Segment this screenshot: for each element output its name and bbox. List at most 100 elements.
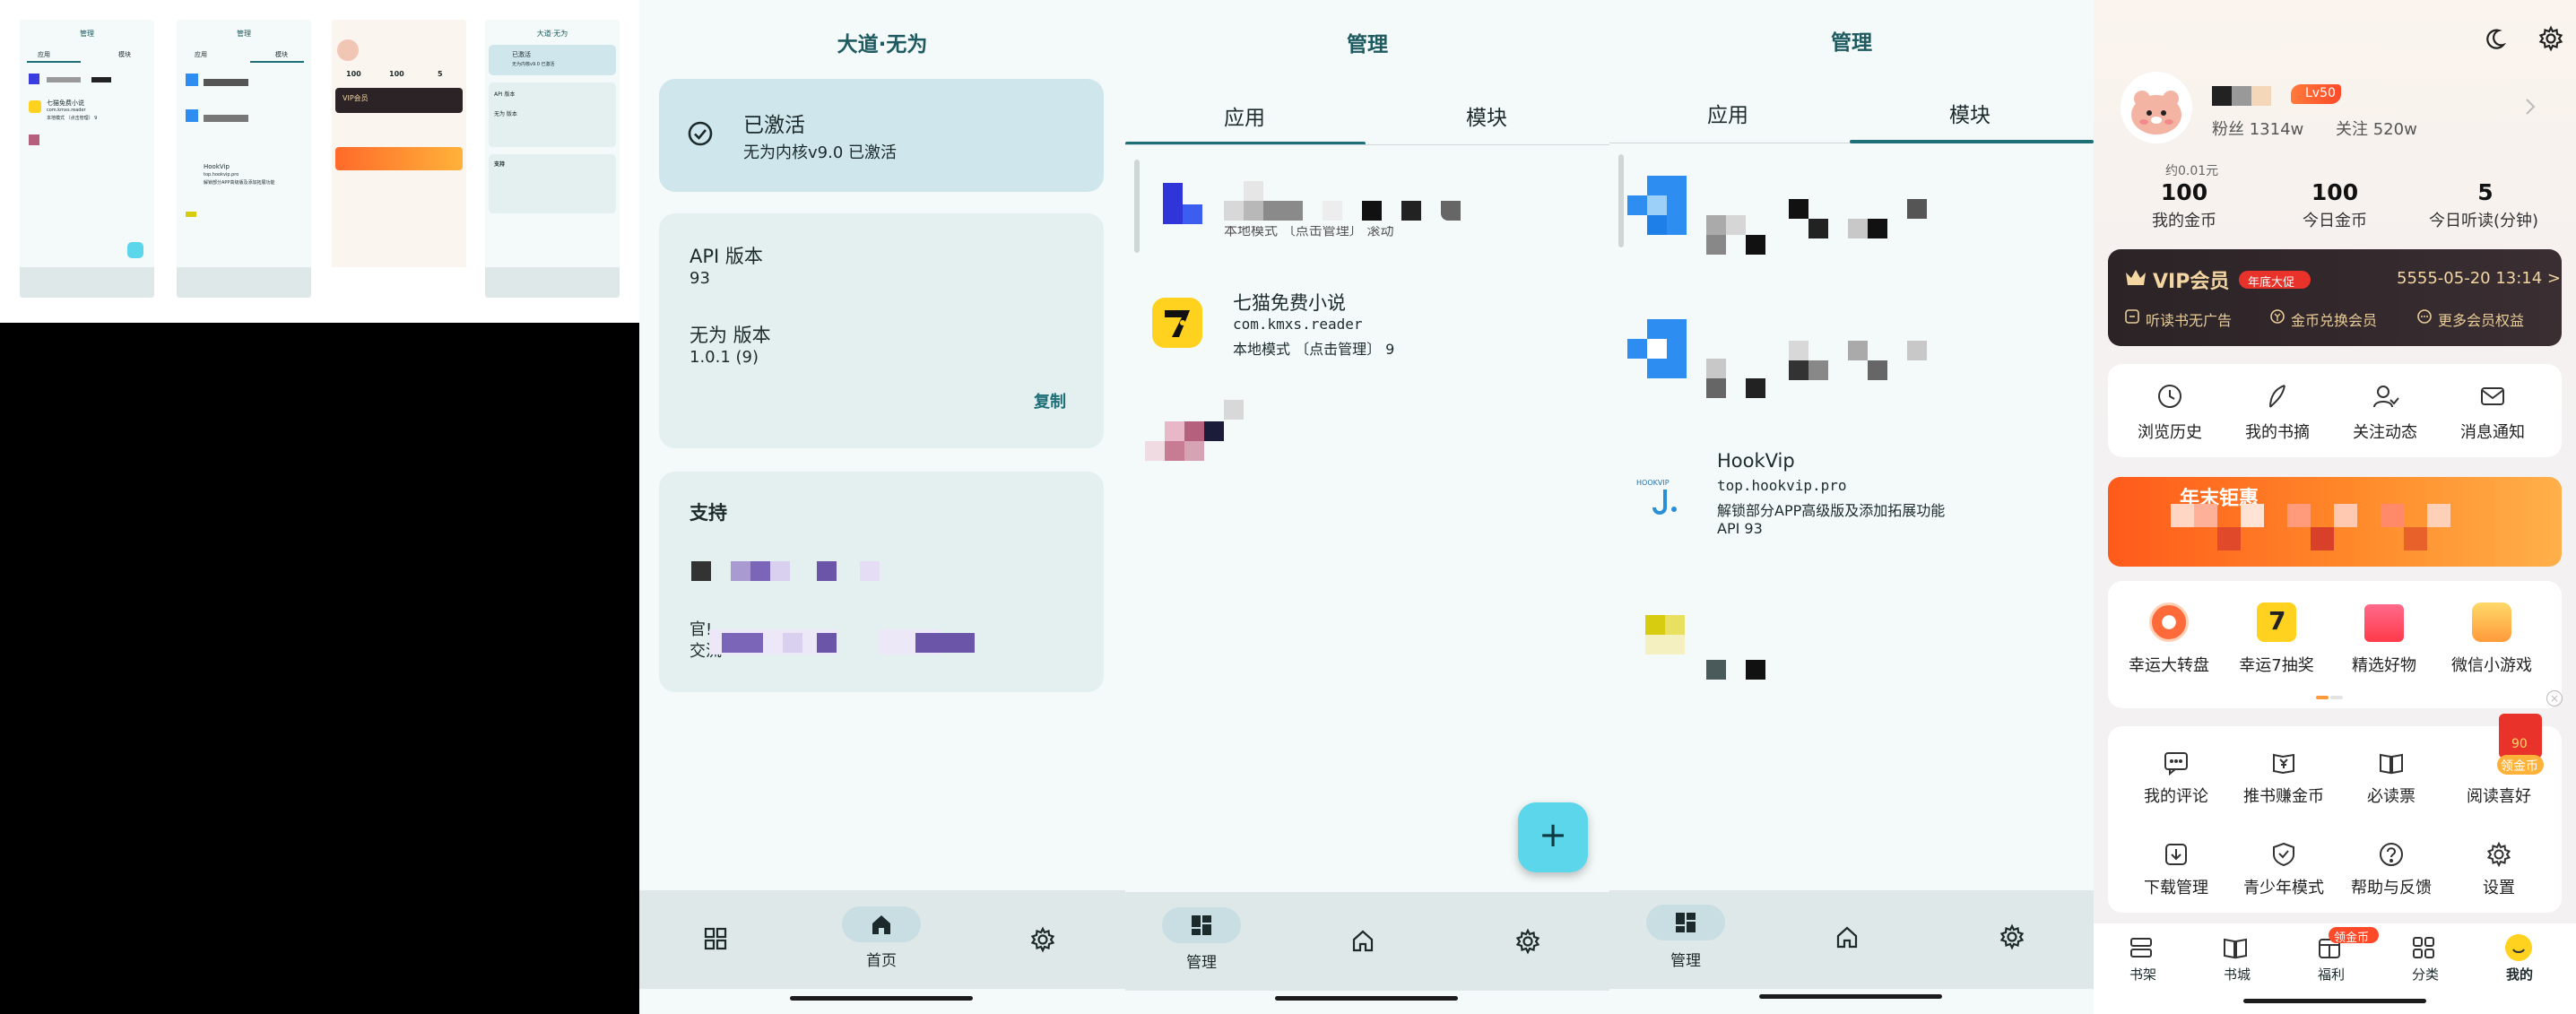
service-label[interactable]: 必读票: [2333, 784, 2450, 807]
gear-icon[interactable]: [1514, 928, 1541, 955]
list-item[interactable]: [1609, 176, 2094, 262]
stat-label[interactable]: 今日金币: [2259, 208, 2411, 231]
list-item[interactable]: 七猫免费小说 com.kmxs.reader 本地模式 〔点击管理〕 9: [1125, 287, 1609, 368]
thumb-title: 大道·无为: [536, 30, 568, 38]
nav-manage-label[interactable]: 管理: [1157, 949, 1246, 972]
gear-icon[interactable]: [2485, 841, 2512, 868]
moon-icon[interactable]: [2482, 27, 2507, 52]
dashboard-icon[interactable]: [1189, 913, 1214, 938]
gift-bag-icon[interactable]: [2364, 604, 2404, 642]
mini-game-icon[interactable]: [2472, 602, 2511, 642]
chevron-right-icon[interactable]: [2524, 97, 2537, 117]
status-title: 已激活: [743, 114, 805, 137]
service-label[interactable]: 我的评论: [2118, 784, 2234, 807]
home-icon[interactable]: [869, 912, 894, 937]
thumbnail-home[interactable]: 大道·无为 已激活 无为内核v9.0 已激活 API 版本 无为 版本 支持: [485, 20, 620, 298]
quill-icon[interactable]: [2263, 382, 2292, 411]
comment-icon[interactable]: [2163, 750, 2190, 776]
api-version-value: 93: [690, 269, 710, 288]
game-label[interactable]: 幸运大转盘: [2111, 653, 2227, 676]
dashboard-icon[interactable]: [1673, 910, 1698, 935]
bottom-navigation: 管理: [1609, 890, 2094, 989]
lucky7-icon[interactable]: 7: [2257, 602, 2296, 642]
gear-icon[interactable]: [1029, 926, 1056, 953]
list-item[interactable]: 本地模式 〔点击管理〕 滚动: [1125, 172, 1609, 253]
dashboard-icon[interactable]: [703, 926, 728, 951]
thumb-title: 管理: [80, 30, 94, 38]
module-description: 解锁部分APP高级版及添加拓展功能: [1717, 502, 1946, 519]
service-label[interactable]: 阅读喜好: [2441, 784, 2557, 807]
gear-icon[interactable]: [1999, 923, 2025, 950]
promo-banner[interactable]: 年末钜惠: [2108, 477, 2562, 567]
quick-action-label[interactable]: 我的书摘: [2219, 420, 2336, 443]
thumb-stat: 100: [389, 70, 404, 78]
tab-modules[interactable]: 模块: [1880, 98, 2060, 128]
home-icon[interactable]: [1350, 928, 1375, 953]
thumbnail-manage-modules[interactable]: 管理 应用 模块 HookVip top.hookvip.pro 解锁部分APP…: [177, 20, 311, 298]
fans-count[interactable]: 粉丝 1314w: [2212, 117, 2303, 140]
download-icon[interactable]: [2163, 841, 2190, 868]
home-icon[interactable]: [1834, 924, 1860, 949]
settings-gear-icon[interactable]: [2537, 25, 2564, 52]
book-open-icon[interactable]: [2378, 750, 2405, 776]
stat-value[interactable]: 100: [2268, 179, 2402, 205]
stat-value[interactable]: 100: [2117, 179, 2251, 205]
crown-icon: [2124, 267, 2147, 287]
tab-modules[interactable]: 模块: [1397, 100, 1576, 131]
floating-coin-widget[interactable]: 90 领金币: [2497, 710, 2544, 782]
stat-value[interactable]: 5: [2418, 179, 2553, 205]
page-title: 管理: [1831, 31, 1872, 55]
history-icon[interactable]: [2155, 382, 2184, 411]
book-store-icon[interactable]: [2222, 934, 2249, 961]
service-label[interactable]: 下载管理: [2118, 875, 2234, 898]
bookshelf-icon[interactable]: [2128, 934, 2155, 961]
service-label[interactable]: 青少年模式: [2225, 875, 2342, 898]
list-item[interactable]: [1125, 396, 1609, 461]
thumbnail-reader[interactable]: 100 100 5 VIP会员: [332, 20, 466, 298]
nav-home-label[interactable]: 首页: [837, 948, 926, 970]
close-icon[interactable]: ×: [2546, 690, 2563, 706]
game-label[interactable]: 精选好物: [2326, 653, 2442, 676]
service-label[interactable]: 推书赚金币: [2225, 784, 2342, 807]
nav-manage-label[interactable]: 管理: [1641, 948, 1730, 970]
vip-perk: 听读书无广告: [2146, 312, 2233, 329]
tab-apps[interactable]: 应用: [1155, 100, 1334, 131]
follow-count[interactable]: 关注 520w: [2336, 117, 2417, 140]
tab-label[interactable]: 书城: [2224, 965, 2251, 984]
game-label[interactable]: 微信小游戏: [2433, 653, 2550, 676]
vip-card[interactable]: VIP会员 年底大促 5555-05-20 13:14 > 听读书无广告 金币兑…: [2108, 249, 2562, 346]
avatar[interactable]: [2121, 72, 2192, 143]
thumbnail-manage-apps[interactable]: 管理 应用 模块 七猫免费小说 com.kmxs.reader 本地模式 〔点击…: [20, 20, 154, 298]
stat-label[interactable]: 今日听读(分钟): [2407, 208, 2560, 231]
tab-label-active[interactable]: 我的: [2506, 965, 2533, 984]
copy-button[interactable]: 复制: [1034, 389, 1066, 412]
recommend-coin-icon[interactable]: [2270, 750, 2297, 776]
my-profile-icon[interactable]: [2505, 934, 2532, 961]
thumb-item-mode: 本地模式 〔点击管理〕 9: [47, 116, 98, 121]
follow-user-icon[interactable]: [2371, 382, 2399, 411]
mail-icon[interactable]: [2478, 382, 2507, 411]
add-fab-button[interactable]: +: [1518, 802, 1588, 872]
stat-label[interactable]: 我的金币: [2108, 208, 2260, 231]
list-item[interactable]: [1609, 319, 2094, 405]
games-card: 幸运大转盘 7 幸运7抽奖 精选好物 微信小游戏: [2108, 581, 2562, 708]
quick-action-label[interactable]: 消息通知: [2434, 420, 2551, 443]
help-icon[interactable]: [2378, 841, 2405, 868]
service-label[interactable]: 设置: [2441, 875, 2557, 898]
tab-label[interactable]: 书架: [2129, 965, 2156, 984]
tab-label[interactable]: 分类: [2412, 965, 2439, 984]
shield-icon[interactable]: [2270, 841, 2297, 868]
tab-label[interactable]: 福利: [2318, 965, 2345, 984]
list-item-hookvip[interactable]: HOOKVIP HookVip top.hookvip.pro 解锁部分APP高…: [1609, 448, 2094, 547]
service-label[interactable]: 帮助与反馈: [2333, 875, 2450, 898]
list-item[interactable]: [1609, 615, 2094, 696]
app-version-label: 无为 版本: [690, 325, 771, 346]
tab-apps[interactable]: 应用: [1638, 98, 1817, 128]
wheel-icon[interactable]: [2149, 602, 2189, 642]
thumb-status-sub: 无为内核v9.0 已激活: [512, 62, 555, 67]
quick-action-label[interactable]: 浏览历史: [2112, 420, 2228, 443]
quick-action-label[interactable]: 关注动态: [2327, 420, 2443, 443]
category-icon[interactable]: [2410, 934, 2437, 961]
activation-status-card[interactable]: 已激活 无为内核v9.0 已激活: [659, 79, 1104, 192]
game-label[interactable]: 幸运7抽奖: [2218, 653, 2335, 676]
